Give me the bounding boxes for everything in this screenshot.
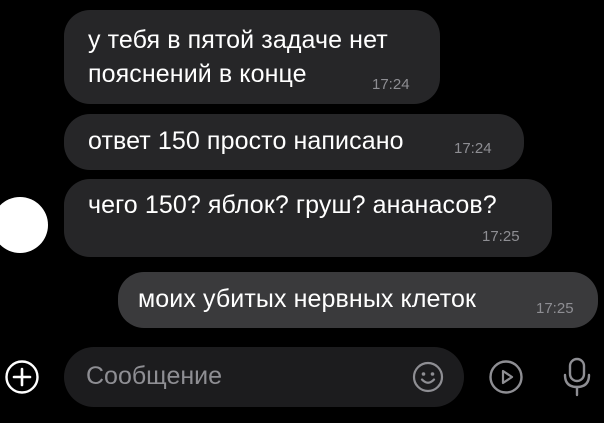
message-bubble-4[interactable]: моих убитых нервных клеток 17:25 — [118, 272, 598, 328]
message-time: 17:25 — [482, 228, 520, 245]
message-text: чего 150? яблок? груш? ананасов? — [88, 191, 497, 219]
avatar[interactable] — [0, 197, 48, 253]
microphone-icon[interactable] — [560, 355, 594, 399]
message-time: 17:24 — [372, 76, 410, 93]
message-time: 17:25 — [536, 300, 574, 317]
message-bubble-1[interactable]: у тебя в пятой задаче нет пояснений в ко… — [64, 10, 440, 104]
smiley-icon[interactable] — [412, 361, 444, 393]
message-input-placeholder: Сообщение — [86, 362, 223, 390]
message-text-line-2: пояснений в конце — [88, 60, 307, 88]
message-bubble-2[interactable]: ответ 150 просто написано 17:24 — [64, 114, 524, 170]
message-text: ответ 150 просто написано — [88, 127, 404, 155]
play-circle-icon[interactable] — [488, 359, 524, 395]
message-input[interactable]: Сообщение — [64, 347, 464, 407]
plus-circle-icon[interactable] — [4, 359, 40, 395]
message-bubble-3[interactable]: чего 150? яблок? груш? ананасов? 17:25 — [64, 179, 552, 257]
message-text: моих убитых нервных клеток — [138, 285, 477, 313]
message-time: 17:24 — [454, 140, 492, 157]
message-text-line-1: у тебя в пятой задаче нет — [88, 26, 388, 54]
